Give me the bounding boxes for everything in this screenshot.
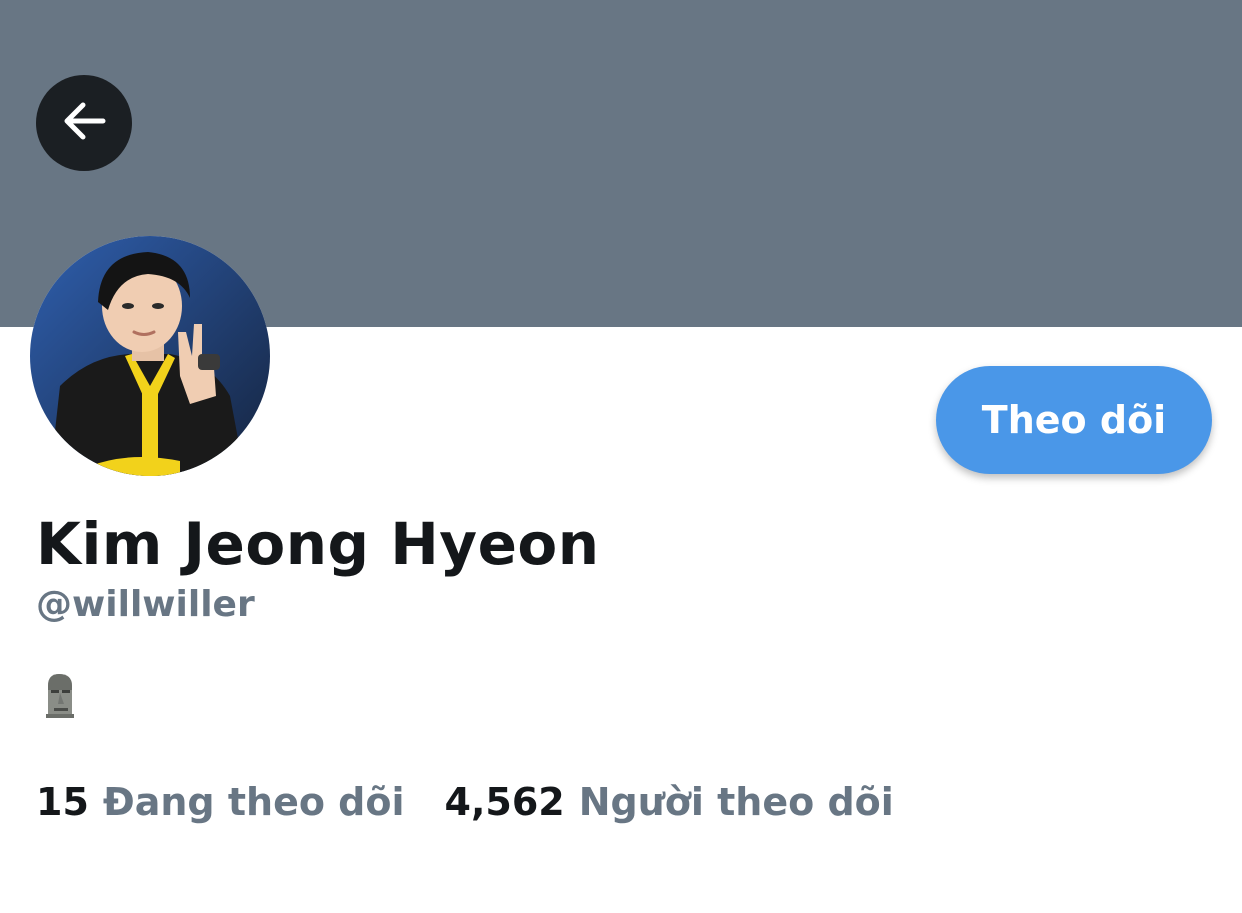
display-name: Kim Jeong Hyeon: [36, 510, 600, 578]
following-label: Đang theo dõi: [102, 780, 405, 824]
avatar[interactable]: [30, 236, 270, 476]
followers-stat[interactable]: 4,562 Người theo dõi: [445, 780, 894, 824]
follow-button[interactable]: Theo dõi: [936, 366, 1212, 474]
profile-stats: 15 Đang theo dõi 4,562 Người theo dõi: [36, 780, 894, 824]
following-stat[interactable]: 15 Đang theo dõi: [36, 780, 405, 824]
profile-page: Theo dõi Kim Jeong Hyeon @willwiller 15 …: [0, 0, 1242, 913]
back-button[interactable]: [36, 75, 132, 171]
followers-label: Người theo dõi: [578, 780, 894, 824]
user-handle: @willwiller: [36, 584, 255, 625]
followers-count: 4,562: [444, 780, 565, 824]
moai-emoji-icon: [42, 672, 76, 718]
following-count: 15: [36, 780, 89, 824]
arrow-left-icon: [59, 96, 109, 150]
